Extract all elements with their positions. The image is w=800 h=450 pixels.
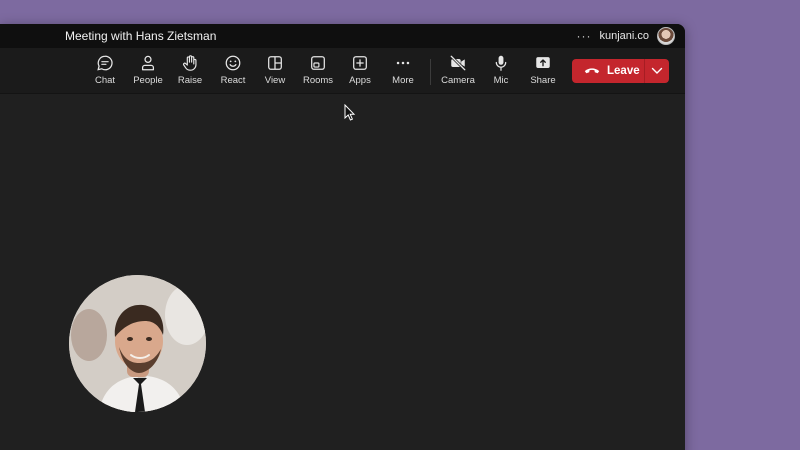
mic-button[interactable]: Mic	[479, 54, 523, 90]
rooms-button[interactable]: Rooms	[296, 54, 340, 90]
smiley-icon	[225, 55, 241, 71]
mic-label: Mic	[493, 75, 509, 86]
toolbar-divider	[430, 59, 431, 85]
rooms-label: Rooms	[302, 75, 334, 86]
layout-grid-icon	[268, 56, 282, 70]
react-button[interactable]: React	[211, 54, 255, 90]
leave-button[interactable]: Leave	[572, 59, 669, 83]
apps-label: Apps	[349, 75, 371, 86]
chat-label: Chat	[94, 75, 116, 86]
meeting-title: Meeting with Hans Zietsman	[65, 29, 217, 43]
title-bar-right: ··· kunjani.co	[576, 27, 675, 45]
breakout-rooms-icon	[311, 56, 325, 70]
raise-label: Raise	[177, 75, 203, 86]
leave-label: Leave	[607, 65, 640, 77]
camera-label: Camera	[441, 75, 475, 86]
chevron-down-icon	[651, 67, 663, 74]
mouse-pointer-icon	[344, 104, 356, 121]
apps-button[interactable]: Apps	[338, 54, 382, 90]
raise-hand-button[interactable]: Raise	[168, 54, 212, 90]
participant-photo	[69, 275, 206, 412]
account-avatar[interactable]	[657, 27, 675, 45]
share-screen-icon	[536, 57, 550, 68]
participant-avatar[interactable]	[69, 275, 206, 412]
view-button[interactable]: View	[253, 54, 297, 90]
add-app-icon	[353, 56, 367, 70]
view-label: View	[264, 75, 286, 86]
raise-hand-icon	[182, 55, 197, 71]
camera-button[interactable]: Camera	[436, 54, 480, 90]
leave-options-dropdown[interactable]	[645, 59, 669, 83]
more-button[interactable]: More	[381, 54, 425, 90]
account-name[interactable]: kunjani.co	[599, 30, 649, 42]
camera-off-icon	[450, 55, 466, 71]
microphone-icon	[495, 55, 507, 71]
more-label: More	[392, 75, 414, 86]
people-label: People	[133, 75, 163, 86]
share-button[interactable]: Share	[521, 54, 565, 90]
people-button[interactable]: People	[126, 54, 170, 90]
hang-up-icon	[584, 68, 600, 74]
share-label: Share	[530, 75, 556, 86]
meeting-toolbar: Chat People Raise React View Rooms Apps	[0, 48, 685, 94]
people-icon	[141, 55, 155, 71]
chat-button[interactable]: Chat	[83, 54, 127, 90]
chat-icon	[97, 55, 113, 71]
react-label: React	[220, 75, 246, 86]
title-more-options-icon[interactable]: ···	[576, 29, 591, 43]
leave-main-action[interactable]: Leave	[572, 59, 644, 83]
title-bar: Meeting with Hans Zietsman ··· kunjani.c…	[0, 24, 685, 48]
more-dots-icon	[396, 61, 410, 65]
